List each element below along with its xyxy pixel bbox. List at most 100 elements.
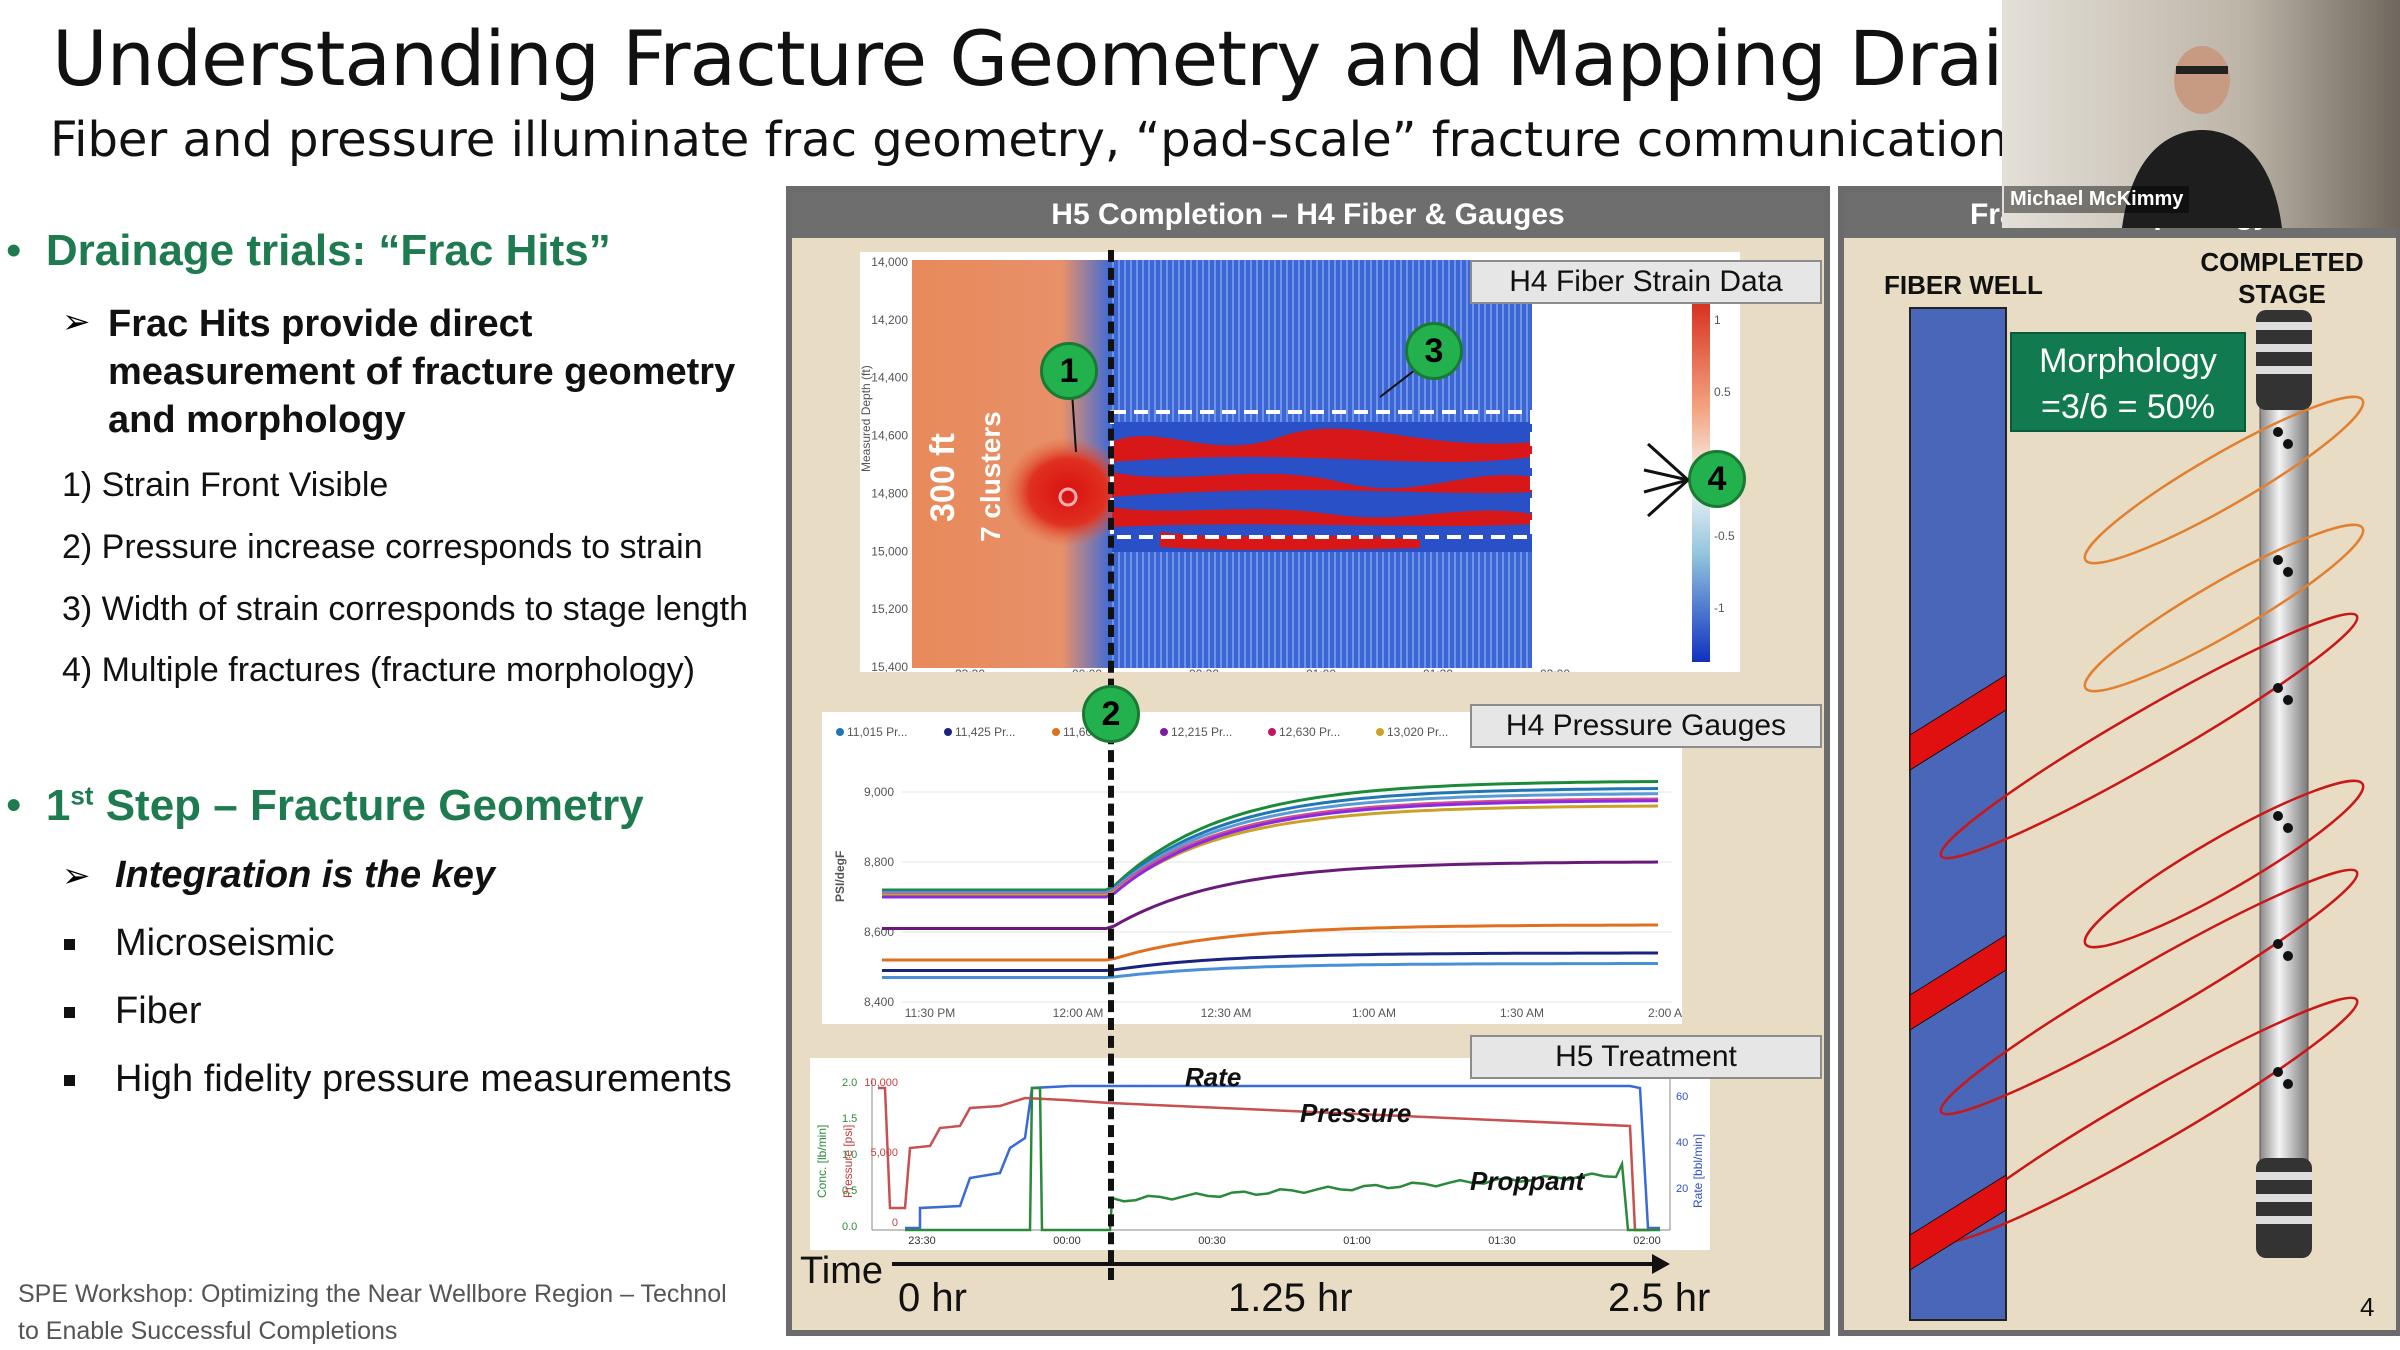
square-bullet-icon <box>64 1075 75 1087</box>
footer-line-1: SPE Workshop: Optimizing the Near Wellbo… <box>18 1280 727 1308</box>
bullet-1-text: Drainage trials: “Frac Hits” <box>45 226 611 275</box>
fiber-depth-tick: 15,400 <box>871 660 908 672</box>
gauge-legend-swatch <box>836 728 844 736</box>
fiber-strain-heatmap: 300 ft 7 clusters 14,000 14,200 14,400 14,6… <box>860 252 1740 672</box>
numbered-item-4: 4) Multiple fractures (fracture morpholo… <box>62 651 696 689</box>
fiber-depth-tick: 14,000 <box>871 255 908 269</box>
annotation-7-clusters: 7 clusters <box>975 411 1006 542</box>
perforation-dot-icon <box>2283 951 2293 961</box>
fracture-ellipse <box>2083 523 2365 693</box>
time-tick-1: 1.25 hr <box>1228 1276 1353 1320</box>
treatment-rate-tick: 40 <box>1676 1137 1688 1149</box>
time-axis-label: Time <box>800 1250 884 1292</box>
sub-line-1: Frac Hits provide direct <box>108 303 533 345</box>
treatment-rate-tick: 20 <box>1676 1183 1688 1195</box>
gauge-legend-item: 11,425 Pr... <box>955 725 1016 739</box>
square-bullet-icon <box>64 1007 75 1019</box>
treatment-conc-tick: 0.0 <box>842 1221 857 1233</box>
perforation-dot-icon <box>2273 683 2283 693</box>
gauge-x-tick: 12:30 AM <box>1201 1006 1252 1020</box>
treatment-pressure-tick: 5,000 <box>870 1147 898 1159</box>
gauge-x-tick: 2:00 AM <box>1648 1006 1682 1020</box>
bullet-dot-icon: • <box>6 226 22 275</box>
perforation-dot-icon <box>2273 555 2283 565</box>
square-bullet-icon <box>64 939 75 951</box>
time-tick-0: 0 hr <box>898 1276 967 1320</box>
treatment-conc-tick: 2.0 <box>842 1077 857 1089</box>
marker-4-arrows-icon <box>1643 442 1690 518</box>
perforation-dot-icon <box>2273 427 2283 437</box>
presenter-name-tag: Michael McKimmy <box>2004 186 2190 213</box>
fracture-strain-band <box>1112 422 1532 552</box>
slide-subtitle: Fiber and pressure illuminate frac geome… <box>50 112 2009 168</box>
fiber-time-tick: 00:00 <box>1072 667 1102 672</box>
gauge-legend-item: 11,015 Pr... <box>847 725 908 739</box>
treatment-label: H5 Treatment <box>1470 1035 1822 1079</box>
colorbar-tick: 0.5 <box>1714 385 1731 399</box>
perforation-dot-icon <box>2283 439 2293 449</box>
gauge-y-label: PSI/degF <box>833 851 847 902</box>
treatment-x-tick: 01:30 <box>1488 1235 1516 1247</box>
numbered-item-3: 3) Width of strain corresponds to stage … <box>62 590 749 628</box>
treatment-rate-tick: 60 <box>1676 1091 1688 1103</box>
pressure-gauges-chart: 11,015 Pr...11,425 Pr...11,600 Pr...12,2… <box>822 712 1682 1024</box>
morphology-box: Morphology =3/6 = 50% <box>2010 332 2246 432</box>
treatment-x-tick: 23:30 <box>908 1235 936 1247</box>
marker-1: 1 <box>1040 342 1098 400</box>
perforation-dot-icon <box>2283 823 2293 833</box>
bullet-2-num: 1 <box>45 780 71 830</box>
fiber-depth-tick: 15,200 <box>871 602 908 616</box>
fiber-time-tick: 01:30 <box>1423 667 1453 672</box>
fiber-depth-tick: 15,000 <box>871 544 908 558</box>
fiber-depth-tick: 14,400 <box>871 371 908 385</box>
gauge-y-tick: 8,400 <box>864 995 894 1009</box>
gauge-legend-swatch <box>1052 728 1060 736</box>
gauge-x-tick: 1:30 AM <box>1500 1006 1544 1020</box>
fiber-depth-tick: 14,200 <box>871 313 908 327</box>
marker-4: 4 <box>1688 450 1746 508</box>
event-dashed-line <box>1108 250 1114 1280</box>
bullet-2-sup: st <box>70 780 94 810</box>
fiber-depth-tick: 14,800 <box>871 486 908 500</box>
colorbar-tick: 1 <box>1714 313 1721 327</box>
integration-text: Integration is the key <box>114 854 496 896</box>
bullet-dot-icon: • <box>6 780 22 830</box>
treatment-conc-label: Conc. [lb/min] <box>815 1125 829 1198</box>
fiber-y-label: Measured Depth (ft) <box>860 365 873 472</box>
page-number: 4 <box>2360 1292 2375 1322</box>
presenter-video: Michael McKimmy <box>2002 0 2400 228</box>
center-panel-header: H5 Completion – H4 Fiber & Gauges <box>792 192 1824 238</box>
gauge-x-tick: 11:30 PM <box>905 1006 955 1020</box>
fiber-well-column <box>1909 307 2007 1321</box>
treatment-x-tick: 00:30 <box>1198 1235 1226 1247</box>
treatment-rate-label: Rate [bbl/min] <box>1691 1134 1705 1208</box>
gauge-x-tick: 1:00 AM <box>1352 1006 1396 1020</box>
marker-3: 3 <box>1405 322 1463 380</box>
fiber-time-tick: 01:00 <box>1306 667 1336 672</box>
numbered-item-2: 2) Pressure increase corresponds to stra… <box>62 528 703 566</box>
bullet-2-text: Step – Fracture Geometry <box>93 780 644 830</box>
perforation-dot-icon <box>2283 567 2293 577</box>
treatment-x-tick: 02:00 <box>1633 1235 1661 1247</box>
gauge-x-tick: 12:00 AM <box>1053 1006 1104 1020</box>
gauge-y-tick: 9,000 <box>864 785 894 799</box>
square-item-3: High fidelity pressure measurements <box>64 1058 732 1101</box>
perforation-dot-icon <box>2283 695 2293 705</box>
gauge-legend-swatch <box>1160 728 1168 736</box>
colorbar-tick: -0.5 <box>1714 529 1735 543</box>
treatment-x-tick: 00:00 <box>1053 1235 1081 1247</box>
footer-line-2: to Enable Successful Completions <box>18 1317 398 1345</box>
bullet-2-sub: ➢ Integration is the key <box>62 854 495 897</box>
treatment-pressure-label: Pressure [psi] <box>841 1125 855 1198</box>
gauge-y-tick: 8,800 <box>864 855 894 869</box>
perforation-dot-icon <box>2273 1067 2283 1077</box>
arrow-bullet-icon: ➢ <box>62 857 91 895</box>
perforation-dot-icon <box>2283 1079 2293 1089</box>
treatment-pressure-tick: 0 <box>892 1217 898 1229</box>
time-tick-2: 2.5 hr <box>1608 1276 1711 1320</box>
treatment-conc-tick: 1.5 <box>842 1113 857 1125</box>
series-label-rate: Rate <box>1185 1062 1241 1092</box>
gauge-legend-item: 12,215 Pr... <box>1171 725 1232 739</box>
treatment-x-tick: 01:00 <box>1343 1235 1371 1247</box>
slide-title: Understanding Fracture Geometry and Mapp… <box>52 14 2096 103</box>
